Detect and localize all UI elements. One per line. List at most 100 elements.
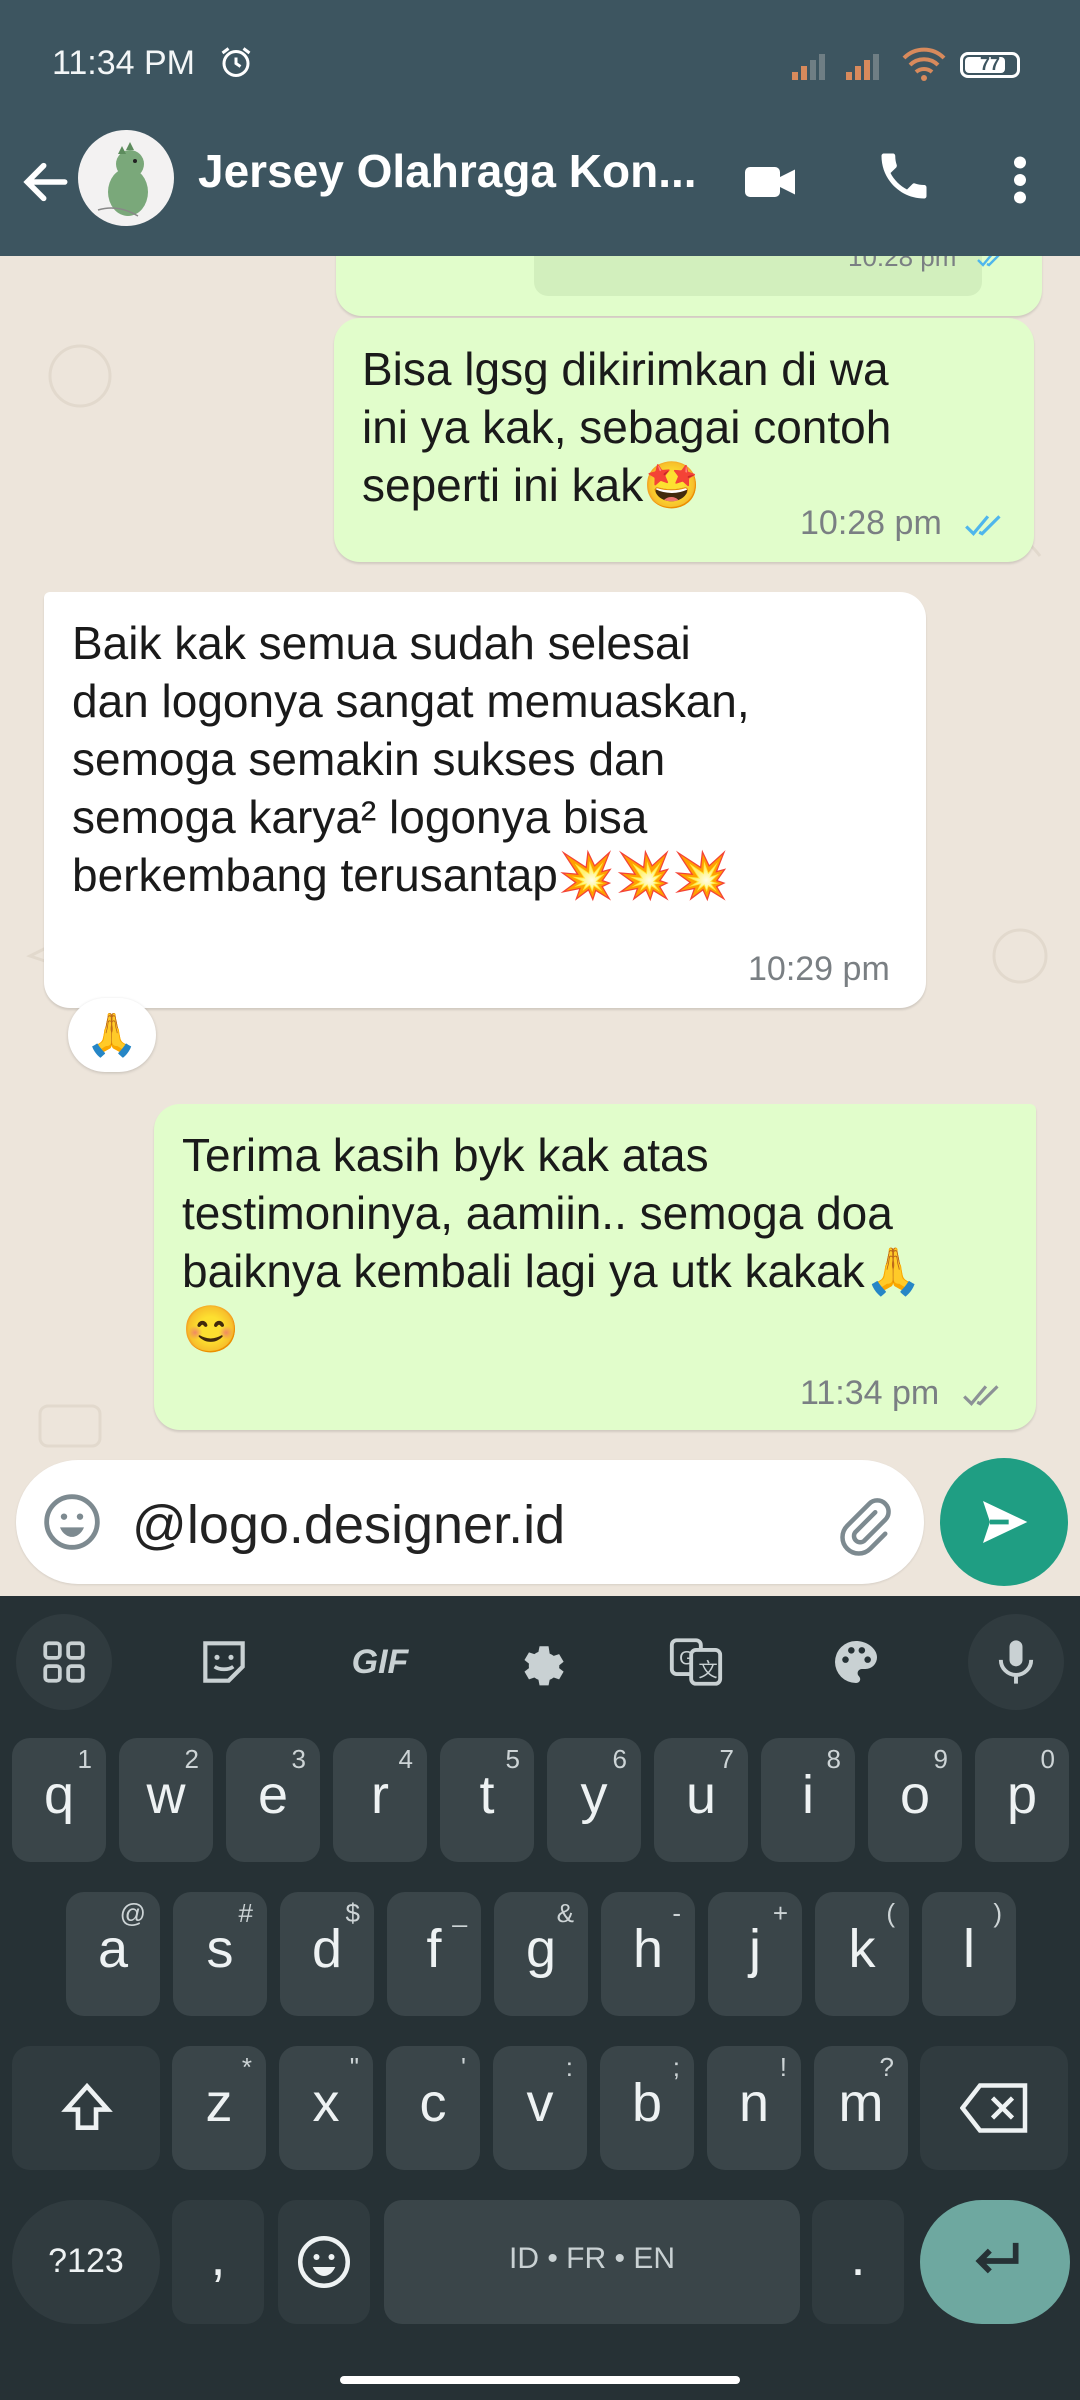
key-f[interactable]: f _ [387, 1892, 481, 2016]
emoji-icon[interactable] [40, 1490, 104, 1554]
emoji-icon [298, 2236, 350, 2288]
svg-text:G: G [679, 1648, 694, 1669]
key-s[interactable]: s # [173, 1892, 267, 2016]
message-text: Baik kak semua sudah selesai dan logonya… [72, 617, 750, 901]
key-hint: @ [119, 1898, 146, 1928]
message-input[interactable]: @logo.designer.id [16, 1460, 924, 1584]
key-e[interactable]: e3 [226, 1738, 320, 1862]
message-time: 10:28 pm [800, 504, 942, 542]
send-button[interactable] [940, 1458, 1068, 1586]
contact-avatar[interactable] [78, 130, 174, 226]
key-n[interactable]: n! [707, 2046, 801, 2170]
key-hint: ; [672, 2052, 680, 2082]
emoji-key[interactable] [278, 2200, 370, 2324]
key-l[interactable]: l) [922, 1892, 1016, 2016]
key-m[interactable]: m? [814, 2046, 908, 2170]
settings-gear-icon[interactable] [492, 1614, 588, 1710]
gif-button[interactable]: GIF [332, 1614, 428, 1710]
enter-icon [975, 2242, 1019, 2274]
composer-row: @logo.designer.id [0, 1452, 1080, 1596]
message-input-text[interactable]: @logo.designer.id [132, 1494, 565, 1556]
message-text: Bisa lgsg dikirimkan di wa ini ya kak, s… [362, 343, 892, 511]
backspace-icon [960, 2083, 1028, 2133]
key-hint: _ [452, 1898, 467, 1928]
read-ticks-icon [976, 256, 1000, 267]
key-hint: # [238, 1898, 253, 1928]
signal-icon [792, 54, 825, 80]
key-h[interactable]: h- [601, 1892, 695, 2016]
key-k[interactable]: k( [815, 1892, 909, 2016]
translate-icon[interactable]: G 文 [648, 1614, 744, 1710]
period-key[interactable]: . [812, 2200, 904, 2324]
reaction-badge[interactable]: 🙏 [68, 998, 156, 1072]
chat-toolbar: Jersey Olahraga Kon... [0, 130, 1080, 256]
shift-key[interactable] [12, 2046, 160, 2170]
svg-text:文: 文 [698, 1660, 717, 1682]
gesture-nav-bar[interactable] [340, 2376, 740, 2384]
key-b[interactable]: b; [600, 2046, 694, 2170]
key-u[interactable]: u7 [654, 1738, 748, 1862]
voice-call-icon[interactable] [874, 146, 934, 206]
message-bubble-outgoing[interactable]: Bisa lgsg dikirimkan di wa ini ya kak, s… [334, 318, 1034, 562]
symbols-key[interactable]: ?123 [12, 2200, 160, 2324]
read-ticks-icon [965, 515, 1001, 537]
contact-name[interactable]: Jersey Olahraga Kon... [198, 144, 697, 198]
key-hint: ? [879, 2052, 894, 2082]
key-a[interactable]: a @ [66, 1892, 160, 2016]
battery-level: 77 [979, 54, 1001, 74]
key-hint: : [565, 2052, 573, 2082]
key-y[interactable]: y6 [547, 1738, 641, 1862]
comma-key-label: , [210, 2227, 226, 2287]
key-d[interactable]: d $ [280, 1892, 374, 2016]
key-g[interactable]: g & [494, 1892, 588, 2016]
theme-palette-icon[interactable] [808, 1614, 904, 1710]
key-hint: ) [993, 1898, 1002, 1928]
key-x[interactable]: x " [279, 2046, 373, 2170]
key-j[interactable]: j + [708, 1892, 802, 2016]
key-z[interactable]: z * [172, 2046, 266, 2170]
key-hint: $ [345, 1898, 360, 1928]
back-arrow-icon[interactable] [18, 154, 74, 210]
key-t[interactable]: t5 [440, 1738, 534, 1862]
key-c[interactable]: c ' [386, 2046, 480, 2170]
key-i[interactable]: i8 [761, 1738, 855, 1862]
sticker-icon[interactable] [176, 1614, 272, 1710]
key-hint: " [349, 2052, 359, 2082]
key-hint: 4 [398, 1744, 413, 1774]
period-key-label: . [850, 2227, 866, 2287]
key-hint: 5 [505, 1744, 520, 1774]
key-p[interactable]: p0 [975, 1738, 1069, 1862]
message-bubble-outgoing[interactable]: Terima kasih byk kak atas testimoninya, … [154, 1104, 1036, 1430]
key-hint: & [556, 1898, 574, 1928]
message-bubble-incoming[interactable]: Baik kak semua sudah selesai dan logonya… [44, 592, 926, 1008]
key-hint: * [241, 2052, 252, 2082]
key-hint: 8 [826, 1744, 841, 1774]
key-q[interactable]: q1 [12, 1738, 106, 1862]
comma-key[interactable]: , [172, 2200, 264, 2324]
key-hint: 1 [77, 1744, 92, 1774]
video-call-icon[interactable] [740, 152, 800, 212]
microphone-icon[interactable] [968, 1614, 1064, 1710]
key-hint: 0 [1040, 1744, 1055, 1774]
app-bar: 11:34 PM 77 Jersey Olahraga Kon... [0, 0, 1080, 256]
chat-area[interactable]: 10:28 pm Bisa lgsg dikirimkan di wa ini … [0, 256, 1080, 1596]
more-options-icon[interactable] [1002, 150, 1038, 210]
message-bubble-outgoing[interactable]: 10:28 pm [336, 256, 1042, 316]
key-hint: ' [461, 2052, 466, 2082]
keyboard-apps-icon[interactable] [16, 1614, 112, 1710]
signal-icon [846, 54, 879, 80]
attach-icon[interactable] [834, 1496, 894, 1556]
key-o[interactable]: o9 [868, 1738, 962, 1862]
key-w[interactable]: w2 [119, 1738, 213, 1862]
message-time: 10:29 pm [748, 950, 890, 988]
alarm-icon [221, 47, 251, 77]
enter-key[interactable] [920, 2200, 1070, 2324]
key-r[interactable]: r4 [333, 1738, 427, 1862]
backspace-key[interactable] [920, 2046, 1068, 2170]
key-hint: 3 [291, 1744, 306, 1774]
space-bar[interactable]: ID • FR • EN [384, 2200, 800, 2324]
gif-label: GIF [351, 1642, 409, 1681]
key-v[interactable]: v: [493, 2046, 587, 2170]
key-hint: + [772, 1898, 788, 1928]
space-bar-label: ID • FR • EN [508, 2242, 675, 2275]
